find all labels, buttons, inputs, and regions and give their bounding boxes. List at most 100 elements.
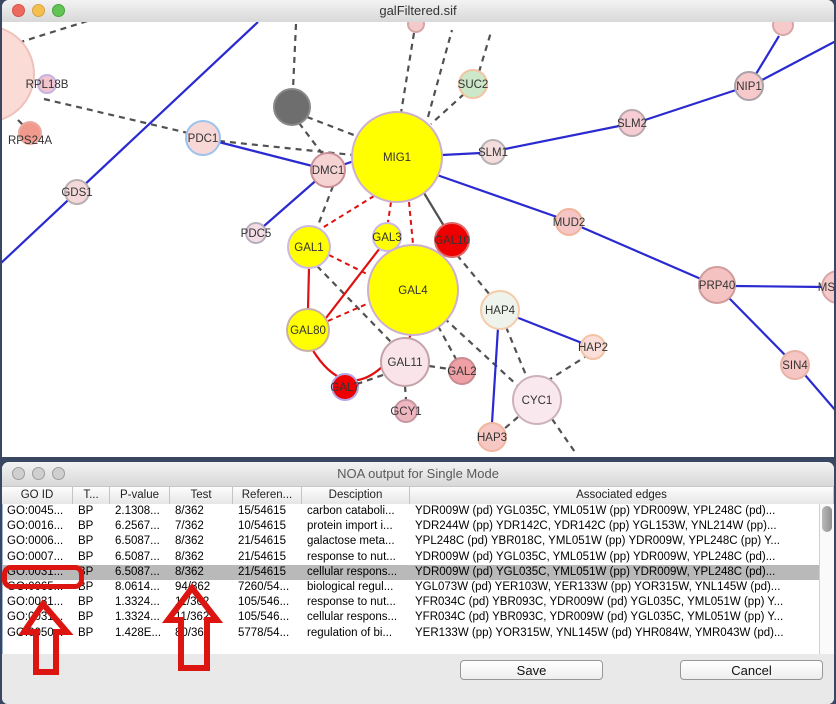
table-cell[interactable]: 11/362	[171, 595, 234, 610]
table-cell[interactable]: 80/362	[171, 626, 234, 641]
edge-red-dashed[interactable]	[329, 255, 369, 275]
table-cell[interactable]: GO:0007...	[3, 550, 74, 565]
edge-red[interactable]	[308, 268, 309, 309]
minimize-icon[interactable]	[32, 4, 45, 17]
table-cell[interactable]: 8/362	[171, 550, 234, 565]
table-cell[interactable]: GO:0031...	[3, 565, 74, 580]
table-cell[interactable]: 7/362	[171, 519, 234, 534]
table-cell[interactable]: 6.5087...	[111, 534, 171, 549]
edge-gray-dashed[interactable]	[317, 186, 333, 228]
edge-blue[interactable]	[734, 286, 824, 287]
edge-blue[interactable]	[505, 126, 619, 149]
table-cell[interactable]: 105/546...	[234, 610, 303, 625]
table-cell[interactable]: YFR034C (pd) YBR093C, YDR009W (pd) YGL03…	[411, 610, 820, 625]
edge-gray-dashed[interactable]	[428, 30, 452, 117]
column-header-4[interactable]: Referen...	[233, 487, 302, 504]
edge-red-dashed[interactable]	[409, 202, 413, 244]
table-cell[interactable]: biological regul...	[303, 580, 411, 595]
table-cell[interactable]: BP	[74, 580, 111, 595]
table-row[interactable]: GO:0065...BP8.0614...94/3627260/54...bio…	[3, 580, 820, 595]
table-cell[interactable]: galactose meta...	[303, 534, 411, 549]
close-icon[interactable]	[12, 4, 25, 17]
table-cell[interactable]: 8/362	[171, 534, 234, 549]
edge-red-dashed[interactable]	[388, 202, 391, 222]
table-cell[interactable]: YER133W (pp) YOR315W, YNL145W (pd) YHR08…	[411, 626, 820, 641]
edge-gray-dashed[interactable]	[307, 117, 359, 137]
edge-gray-dashed[interactable]	[506, 327, 528, 380]
edge-gray-dashed[interactable]	[552, 419, 577, 455]
edge-gray-dashed[interactable]	[479, 32, 491, 72]
edge-blue[interactable]	[581, 227, 701, 279]
column-header-3[interactable]: Test	[170, 487, 233, 504]
table-cell[interactable]: cellular respons...	[303, 610, 411, 625]
table-cell[interactable]: BP	[74, 610, 111, 625]
edge-gray-dashed[interactable]	[504, 417, 518, 429]
table-cell[interactable]: BP	[74, 626, 111, 641]
table-cell[interactable]: 21/54615	[234, 534, 303, 549]
table-cell[interactable]: BP	[74, 534, 111, 549]
table-cell[interactable]: cellular respons...	[303, 565, 411, 580]
edge-blue[interactable]	[442, 153, 481, 155]
edge-gray-dashed[interactable]	[457, 255, 490, 295]
network-canvas[interactable]: RPL18BRPS24AGDS1PDC1DMC1MIG1SUC2SLM1SLM2…	[2, 22, 834, 457]
table-cell[interactable]: 6.5087...	[111, 550, 171, 565]
edge-gray-dashed[interactable]	[431, 94, 464, 124]
edge-blue[interactable]	[203, 138, 328, 170]
column-header-2[interactable]: P-value	[110, 487, 170, 504]
network-window-titlebar[interactable]: galFiltered.sif	[2, 0, 834, 23]
table-cell[interactable]: 1.428E...	[111, 626, 171, 641]
column-header-5[interactable]: Desciption	[302, 487, 410, 504]
edge-gray-solid[interactable]	[424, 193, 444, 226]
edge-gray-dashed[interactable]	[429, 366, 449, 369]
table-cell[interactable]: BP	[74, 565, 111, 580]
table-cell[interactable]: 2.1308...	[111, 504, 171, 519]
table-cell[interactable]: GO:0006...	[3, 534, 74, 549]
table-cell[interactable]: 6.5087...	[111, 565, 171, 580]
table-cell[interactable]: 21/54615	[234, 565, 303, 580]
table-cell[interactable]: 15/54615	[234, 504, 303, 519]
table-cell[interactable]: 8/362	[171, 565, 234, 580]
edge-blue[interactable]	[437, 175, 557, 217]
table-cell[interactable]: GO:0016...	[3, 519, 74, 534]
edge-gray-dashed[interactable]	[401, 33, 414, 113]
table-row[interactable]: GO:0031...BP6.5087...8/36221/54615cellul…	[3, 565, 820, 580]
edge-blue[interactable]	[645, 90, 736, 120]
table-cell[interactable]: response to nut...	[303, 550, 411, 565]
table-cell[interactable]: 1.3324...	[111, 595, 171, 610]
table-cell[interactable]: carbon cataboli...	[303, 504, 411, 519]
edge-blue[interactable]	[516, 317, 582, 343]
table-cell[interactable]: YDR009W (pd) YGL035C, YML051W (pp) YDR00…	[411, 565, 820, 580]
table-cell[interactable]: regulation of bi...	[303, 626, 411, 641]
table-cell[interactable]: YDR009W (pd) YGL035C, YML051W (pp) YDR00…	[411, 550, 820, 565]
noa-window-titlebar[interactable]: NOA output for Single Mode	[2, 462, 834, 487]
table-cell[interactable]: 21/54615	[234, 550, 303, 565]
table-cell[interactable]: YDR009W (pd) YGL035C, YML051W (pp) YDR00…	[411, 504, 820, 519]
column-header-0[interactable]: GO ID	[2, 487, 73, 504]
table-row[interactable]: GO:0007...BP6.5087...8/36221/54615respon…	[3, 550, 820, 565]
table-cell[interactable]: response to nut...	[303, 595, 411, 610]
table-cell[interactable]: BP	[74, 595, 111, 610]
edge-blue[interactable]	[756, 36, 779, 74]
save-button[interactable]: Save	[460, 660, 603, 680]
table-cell[interactable]: protein import i...	[303, 519, 411, 534]
table-cell[interactable]: YDR244W (pp) YDR142C, YDR142C (pp) YGL15…	[411, 519, 820, 534]
table-cell[interactable]: YPL248C (pd) YBR018C, YML051W (pp) YDR00…	[411, 534, 820, 549]
table-cell[interactable]: 6.2567...	[111, 519, 171, 534]
table-cell[interactable]: 5778/54...	[234, 626, 303, 641]
column-header-6[interactable]: Associated edges	[410, 487, 834, 504]
table-row[interactable]: GO:0031...BP1.3324...11/362105/546...cel…	[3, 610, 820, 625]
table-cell[interactable]: 10/54615	[234, 519, 303, 534]
column-header-1[interactable]: T...	[73, 487, 110, 504]
edge-gray-dashed[interactable]	[547, 357, 585, 381]
edge-blue[interactable]	[492, 328, 498, 423]
zoom-icon[interactable]	[52, 4, 65, 17]
edge-gray-dashed[interactable]	[293, 24, 296, 89]
table-cell[interactable]: GO:0045...	[3, 504, 74, 519]
edge-gray-dashed[interactable]	[438, 326, 456, 359]
network-node[interactable]	[274, 89, 310, 125]
network-node[interactable]	[2, 26, 34, 122]
table-cell[interactable]: GO:0031...	[3, 595, 74, 610]
table-row[interactable]: GO:0006...BP6.5087...8/36221/54615galact…	[3, 534, 820, 549]
table-cell[interactable]: YGL073W (pd) YER103W, YER133W (pp) YOR31…	[411, 580, 820, 595]
table-cell[interactable]: BP	[74, 504, 111, 519]
